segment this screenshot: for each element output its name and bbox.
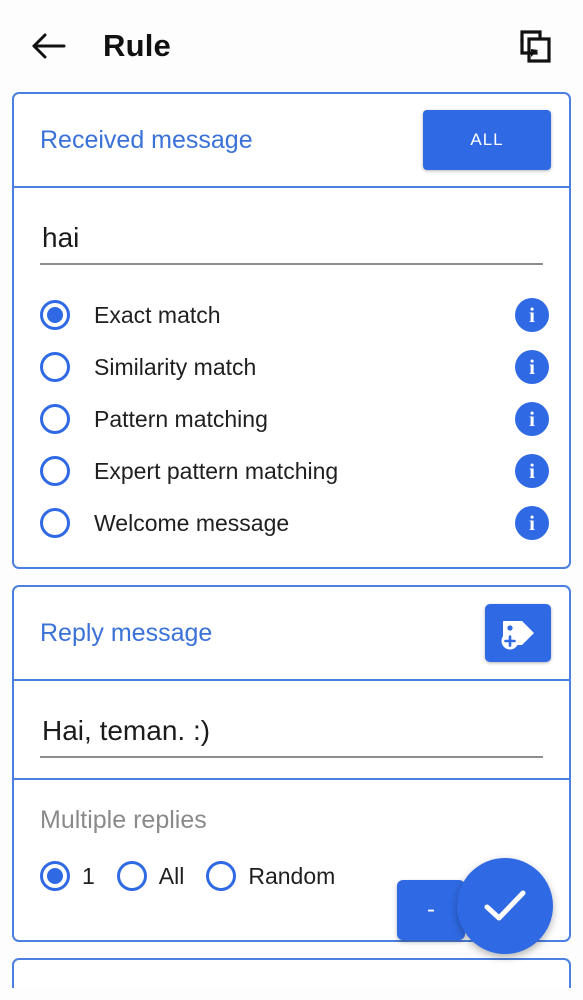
match-option-expert-pattern-matching[interactable]: Expert pattern matching i: [40, 445, 549, 497]
move-to-icon: [516, 27, 554, 65]
app-bar: Rule: [0, 0, 583, 92]
add-tag-button[interactable]: [485, 604, 551, 662]
multiple-replies-option-1[interactable]: 1: [40, 861, 95, 891]
multiple-replies-option-label: Random: [248, 862, 336, 889]
reply-message-field-wrap: [14, 681, 569, 778]
match-option-label: Welcome message: [94, 509, 290, 536]
info-icon[interactable]: i: [515, 506, 549, 540]
page-title: Rule: [103, 28, 171, 63]
received-message-card: Received message ALL Exact match i Simil…: [12, 92, 571, 569]
match-type-list: Exact match i Similarity match i Pattern…: [14, 285, 569, 567]
multiple-replies-section: Multiple replies 1 All Random -: [14, 778, 569, 954]
reply-message-header: Reply message: [14, 587, 569, 679]
multiple-replies-body: Multiple replies 1 All Random -: [14, 780, 569, 954]
match-option-label: Exact match: [94, 301, 221, 328]
reply-message-card: Reply message Multiple replies: [12, 585, 571, 954]
received-message-header-section: Received message ALL: [14, 94, 569, 186]
radio-similarity-match[interactable]: [40, 352, 70, 382]
multiple-replies-option-label: 1: [82, 862, 95, 889]
received-message-header: Received message ALL: [14, 94, 569, 186]
radio-welcome-message[interactable]: [40, 508, 70, 538]
next-card-partial: [12, 958, 571, 988]
match-option-pattern-matching[interactable]: Pattern matching i: [40, 393, 549, 445]
all-button[interactable]: ALL: [423, 110, 551, 170]
reply-message-input[interactable]: [40, 715, 543, 758]
multiple-replies-option-label: All: [158, 862, 185, 889]
received-message-input[interactable]: [40, 222, 543, 265]
multiple-replies-option-random[interactable]: Random: [206, 861, 335, 891]
received-message-body-section: Exact match i Similarity match i Pattern…: [14, 186, 569, 567]
info-icon[interactable]: i: [515, 402, 549, 436]
info-icon[interactable]: i: [515, 350, 549, 384]
radio-replies-all[interactable]: [116, 861, 147, 891]
back-button[interactable]: [26, 23, 72, 69]
remove-reply-button[interactable]: -: [397, 880, 465, 940]
received-message-field-wrap: [14, 188, 569, 285]
multiple-replies-option-all[interactable]: All: [116, 861, 185, 891]
add-tag-icon: [498, 615, 538, 651]
info-icon[interactable]: i: [515, 298, 549, 332]
confirm-button[interactable]: [457, 858, 553, 954]
action-button-group: -: [397, 858, 553, 954]
radio-replies-random[interactable]: [206, 861, 237, 891]
radio-pattern-matching[interactable]: [40, 404, 70, 434]
radio-exact-match[interactable]: [40, 300, 70, 330]
radio-replies-1[interactable]: [40, 861, 70, 891]
reply-message-header-section: Reply message: [14, 587, 569, 679]
reply-message-body-section: [14, 679, 569, 778]
match-option-welcome-message[interactable]: Welcome message i: [40, 497, 549, 549]
received-message-title: Received message: [40, 125, 253, 154]
move-to-button[interactable]: [511, 22, 559, 70]
multiple-replies-label: Multiple replies: [40, 806, 207, 834]
match-option-label: Similarity match: [94, 353, 257, 380]
check-icon: [479, 885, 531, 927]
match-option-exact-match[interactable]: Exact match i: [40, 289, 549, 341]
match-option-similarity-match[interactable]: Similarity match i: [40, 341, 549, 393]
info-icon[interactable]: i: [515, 454, 549, 488]
arrow-left-icon: [32, 31, 66, 61]
match-option-label: Pattern matching: [94, 405, 268, 432]
radio-expert-pattern-matching[interactable]: [40, 456, 70, 486]
match-option-label: Expert pattern matching: [94, 457, 339, 484]
reply-message-title: Reply message: [40, 618, 213, 647]
